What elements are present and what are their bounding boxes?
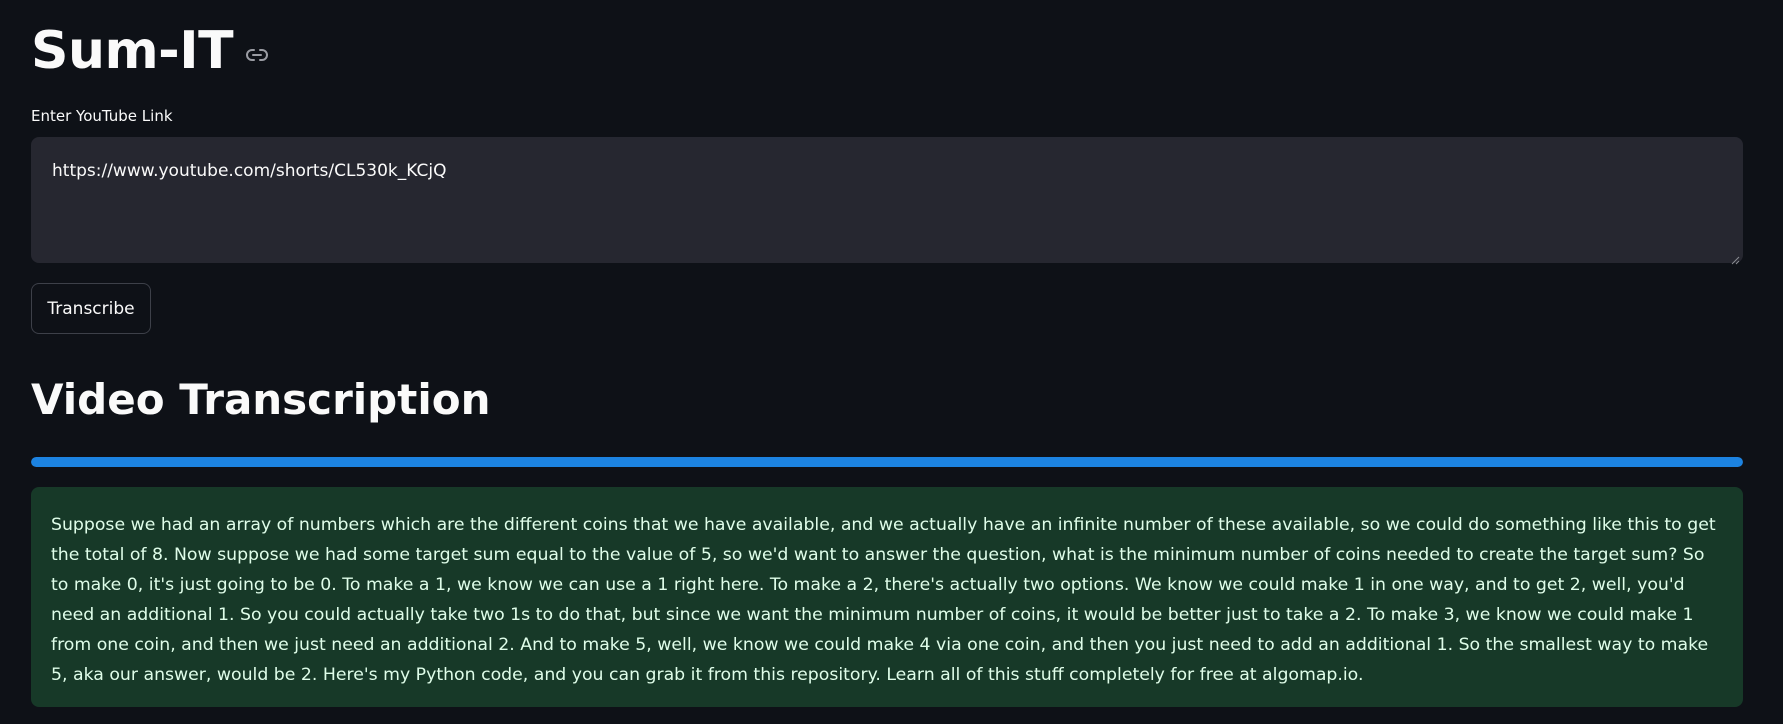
- progress-bar-fill: [31, 457, 1743, 467]
- transcription-result: Suppose we had an array of numbers which…: [31, 487, 1743, 707]
- transcription-text: Suppose we had an array of numbers which…: [51, 515, 1716, 685]
- youtube-link-label: Enter YouTube Link: [31, 107, 173, 125]
- progress-bar: [31, 457, 1743, 467]
- link-icon[interactable]: [244, 42, 270, 68]
- title-row: Sum-IT: [31, 16, 270, 86]
- transcribe-button[interactable]: Transcribe: [31, 283, 151, 334]
- youtube-link-value: https://www.youtube.com/shorts/CL530k_KC…: [52, 161, 447, 181]
- section-title: Video Transcription: [31, 375, 491, 424]
- youtube-link-input[interactable]: https://www.youtube.com/shorts/CL530k_KC…: [31, 137, 1743, 265]
- resize-grip-icon[interactable]: [1730, 250, 1740, 265]
- app-title: Sum-IT: [31, 21, 234, 81]
